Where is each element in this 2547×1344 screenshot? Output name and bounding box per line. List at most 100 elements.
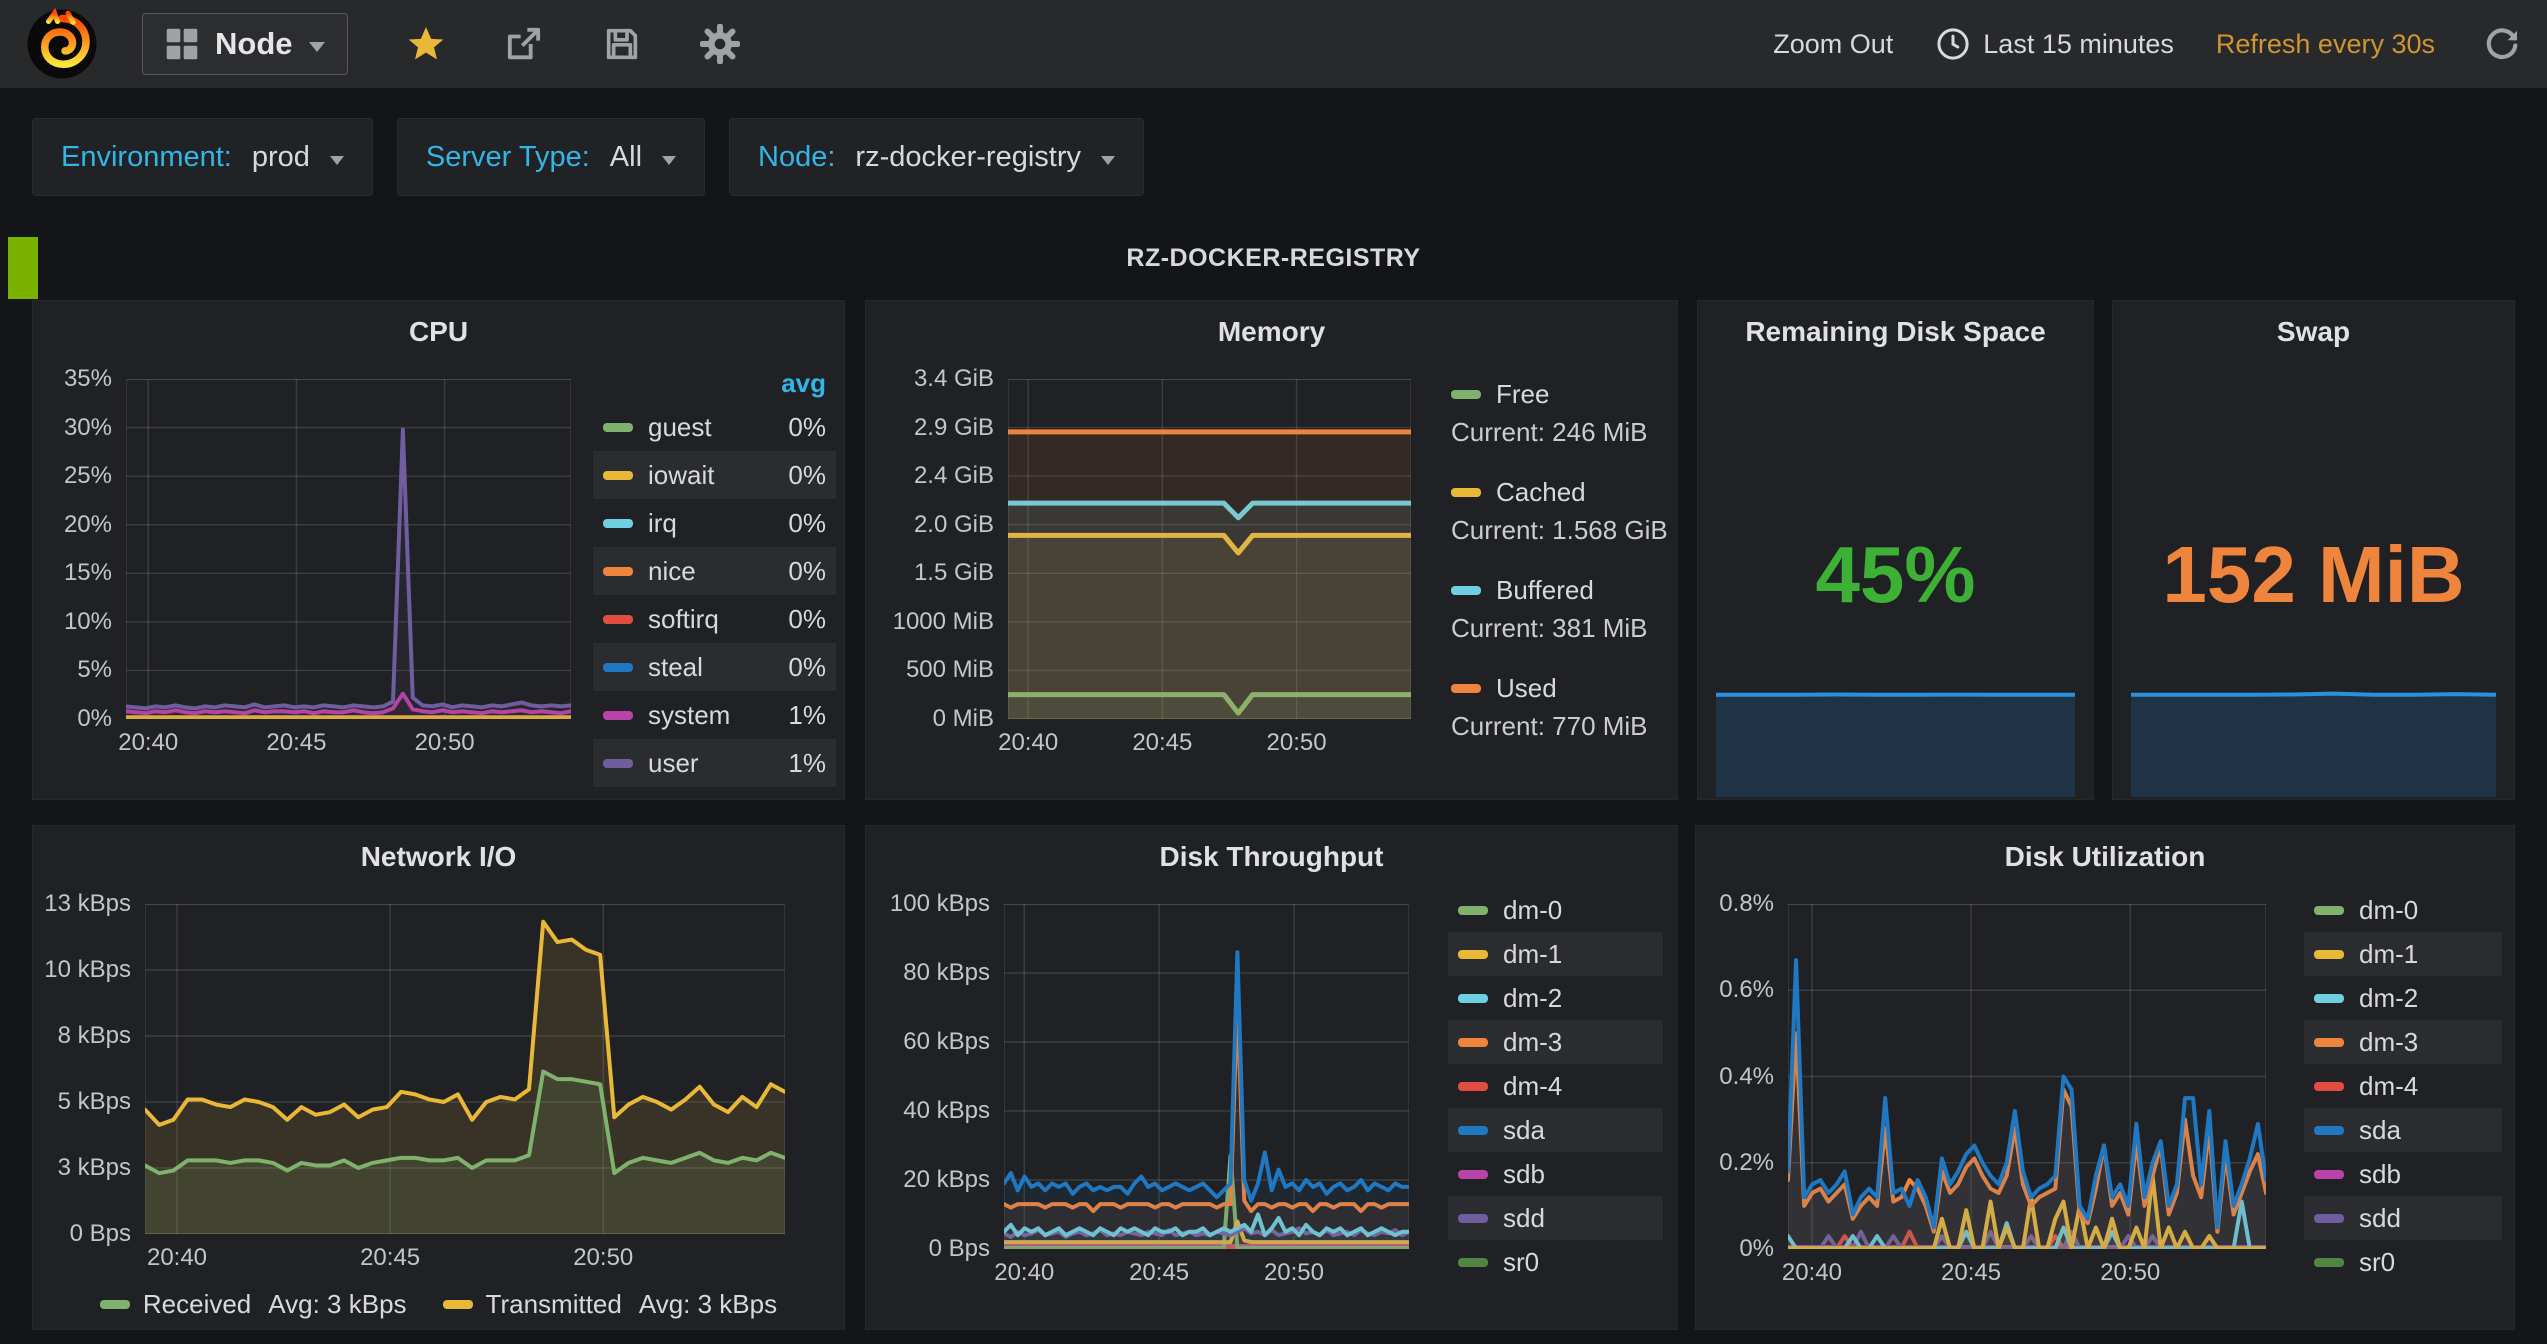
- y-tick-label: 1000 MiB: [893, 608, 994, 636]
- legend-item-iowait[interactable]: iowait0%: [593, 451, 836, 499]
- legend-item-dm-4[interactable]: dm-4: [1448, 1064, 1663, 1108]
- legend-item-dm-0[interactable]: dm-0: [1448, 888, 1663, 932]
- legend-item-dm-1[interactable]: dm-1: [2304, 932, 2502, 976]
- share-icon[interactable]: [504, 24, 544, 64]
- legend-label: guest: [648, 412, 712, 443]
- save-icon[interactable]: [602, 24, 642, 64]
- legend-header-avg[interactable]: avg: [593, 363, 836, 403]
- zoom-out-button[interactable]: Zoom Out: [1773, 29, 1893, 60]
- legend-item-sda[interactable]: sda: [1448, 1108, 1663, 1152]
- legend-label: sr0: [1503, 1247, 1539, 1278]
- y-axis-labels: 0%5%10%15%20%25%30%35%: [0, 379, 112, 719]
- cpu-graph[interactable]: 0%5%10%15%20%25%30%35%20:4020:4520:50: [126, 379, 571, 719]
- legend-item-dm-2[interactable]: dm-2: [2304, 976, 2502, 1020]
- legend-item-sr0[interactable]: sr0: [2304, 1240, 2502, 1284]
- legend-swatch: [2314, 906, 2344, 915]
- panel-title-network[interactable]: Network I/O: [33, 826, 844, 886]
- legend-item-Cached[interactable]: Cached: [1451, 471, 1671, 513]
- time-range-picker[interactable]: Last 15 minutes: [1935, 26, 2174, 62]
- x-tick-label: 20:40: [1782, 1259, 1842, 1287]
- grafana-logo-icon[interactable]: [26, 8, 98, 80]
- legend-item-dm-4[interactable]: dm-4: [2304, 1064, 2502, 1108]
- favorite-star-icon[interactable]: [406, 24, 446, 64]
- legend-avg: Avg: 3 kBps: [268, 1289, 406, 1320]
- legend-label: dm-3: [2359, 1027, 2418, 1058]
- legend-item-Free[interactable]: Free: [1451, 373, 1671, 415]
- legend-item-dm-2[interactable]: dm-2: [1448, 976, 1663, 1020]
- legend-item-sdd[interactable]: sdd: [2304, 1196, 2502, 1240]
- legend-item-user[interactable]: user1%: [593, 739, 836, 787]
- legend-item-dm-0[interactable]: dm-0: [2304, 888, 2502, 932]
- legend-item-Transmitted[interactable]: TransmittedAvg: 3 kBps: [443, 1284, 778, 1324]
- y-tick-label: 1.5 GiB: [914, 559, 994, 587]
- y-tick-label: 13 kBps: [44, 890, 131, 918]
- legend-item-nice[interactable]: nice0%: [593, 547, 836, 595]
- panel-title-memory[interactable]: Memory: [866, 301, 1677, 361]
- legend-label: dm-2: [2359, 983, 2418, 1014]
- legend-swatch: [1458, 950, 1488, 959]
- panel-title-swap[interactable]: Swap: [2113, 301, 2514, 361]
- y-tick-label: 0.6%: [1719, 976, 1774, 1004]
- legend-item-system[interactable]: system1%: [593, 691, 836, 739]
- panel-title-disk-space[interactable]: Remaining Disk Space: [1698, 301, 2093, 361]
- legend-item-guest[interactable]: guest 0%: [593, 403, 836, 451]
- utilization-legend: dm-0dm-1 dm-2 dm-3 dm-4 sdasdbsddsr0: [2304, 888, 2502, 1284]
- memory-graph[interactable]: 0 MiB500 MiB1000 MiB1.5 GiB2.0 GiB2.4 Gi…: [1008, 379, 1411, 719]
- refresh-icon[interactable]: [2483, 25, 2521, 63]
- legend-item-Received[interactable]: ReceivedAvg: 3 kBps: [100, 1284, 407, 1324]
- legend-item-sda[interactable]: sda: [2304, 1108, 2502, 1152]
- legend-label: dm-4: [1503, 1071, 1562, 1102]
- panel-disk-utilization: Disk Utilization 0%0.2%0.4%0.6%0.8%20:40…: [1695, 825, 2515, 1330]
- y-tick-label: 0 MiB: [933, 705, 994, 733]
- panel-title-throughput[interactable]: Disk Throughput: [866, 826, 1677, 886]
- legend-item-dm-3[interactable]: dm-3: [1448, 1020, 1663, 1064]
- variable-server-type[interactable]: Server Type: All: [397, 118, 705, 196]
- cpu-legend: avgguest0%iowait0%irq0%nice0%softirq0%st…: [593, 363, 836, 787]
- legend-swatch: [1458, 994, 1488, 1003]
- variable-environment[interactable]: Environment: prod: [32, 118, 373, 196]
- x-axis-labels: 20:4020:4520:50: [145, 1244, 785, 1276]
- y-tick-label: 0%: [77, 705, 112, 733]
- legend-label: Used: [1496, 673, 1557, 704]
- x-tick-label: 20:50: [2100, 1259, 2160, 1287]
- panel-title-cpu[interactable]: CPU: [33, 301, 844, 361]
- network-graph[interactable]: 0 Bps3 kBps5 kBps8 kBps10 kBps13 kBps20:…: [145, 904, 785, 1234]
- legend-item-irq[interactable]: irq0%: [593, 499, 836, 547]
- legend-label: nice: [648, 556, 696, 587]
- legend-item-softirq[interactable]: softirq0%: [593, 595, 836, 643]
- legend-label: Free: [1496, 379, 1549, 410]
- legend-swatch: [100, 1300, 130, 1309]
- legend-swatch: [2314, 1038, 2344, 1047]
- y-axis-labels: 0 Bps20 kBps40 kBps60 kBps80 kBps100 kBp…: [860, 904, 990, 1249]
- legend-value: 0%: [788, 412, 826, 443]
- legend-swatch: [603, 759, 633, 768]
- throughput-graph[interactable]: 0 Bps20 kBps40 kBps60 kBps80 kBps100 kBp…: [1004, 904, 1409, 1249]
- x-tick-label: 20:50: [573, 1244, 633, 1272]
- x-tick-label: 20:45: [266, 729, 326, 757]
- settings-gear-icon[interactable]: [700, 24, 740, 64]
- utilization-graph[interactable]: 0%0.2%0.4%0.6%0.8%20:4020:4520:50: [1788, 904, 2266, 1249]
- legend-item-sdb[interactable]: sdb: [1448, 1152, 1663, 1196]
- legend-item-sdd[interactable]: sdd: [1448, 1196, 1663, 1240]
- legend-item-dm-1[interactable]: dm-1: [1448, 932, 1663, 976]
- legend-label: dm-4: [2359, 1071, 2418, 1102]
- legend-item-sdb[interactable]: sdb: [2304, 1152, 2502, 1196]
- dashboard-picker-button[interactable]: Node: [142, 13, 348, 75]
- legend-item-Buffered[interactable]: Buffered: [1451, 569, 1671, 611]
- legend-item-dm-3[interactable]: dm-3: [2304, 1020, 2502, 1064]
- refresh-interval-button[interactable]: Refresh every 30s: [2216, 29, 2435, 60]
- network-legend: ReceivedAvg: 3 kBps TransmittedAvg: 3 kBp…: [33, 1284, 844, 1324]
- legend-swatch: [603, 615, 633, 624]
- y-tick-label: 15%: [64, 559, 112, 587]
- panel-title-utilization[interactable]: Disk Utilization: [1696, 826, 2514, 886]
- panel-remaining-disk-space: Remaining Disk Space 45%: [1697, 300, 2094, 800]
- legend-swatch: [2314, 994, 2344, 1003]
- legend-item-sr0[interactable]: sr0: [1448, 1240, 1663, 1284]
- variable-node[interactable]: Node: rz-docker-registry: [729, 118, 1144, 196]
- legend-value: 0%: [788, 460, 826, 491]
- legend-swatch: [1451, 684, 1481, 693]
- legend-item-Used[interactable]: Used: [1451, 667, 1671, 709]
- y-axis-labels: 0 Bps3 kBps5 kBps8 kBps10 kBps13 kBps: [1, 904, 131, 1234]
- legend-item-steal[interactable]: steal0%: [593, 643, 836, 691]
- panel-cpu: CPU 0%5%10%15%20%25%30%35%20:4020:4520:5…: [32, 300, 845, 800]
